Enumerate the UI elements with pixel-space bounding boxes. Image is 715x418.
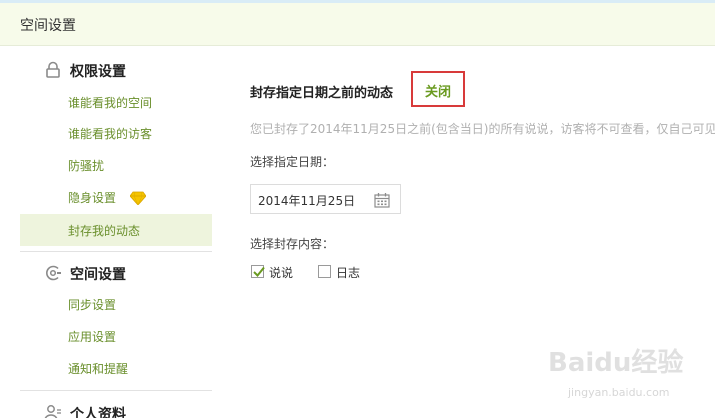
content-label: 选择封存内容： bbox=[250, 237, 335, 251]
sidebar-section-label: 权限设置 bbox=[70, 64, 126, 80]
sidebar-item-label: 同步设置 bbox=[68, 298, 117, 312]
sidebar-item-label: 谁能看我的空间 bbox=[68, 96, 153, 110]
sidebar-section-label: 个人资料 bbox=[70, 407, 126, 418]
sidebar-section-permissions[interactable]: 权限设置 bbox=[20, 58, 212, 82]
archive-description: 您已封存了2014年11月25日之前(包含当日)的所有说说，访客将不可查看，仅自… bbox=[250, 122, 715, 136]
sidebar-divider bbox=[20, 390, 212, 391]
page-title: 空间设置 bbox=[20, 18, 76, 34]
close-archive-link[interactable]: 关闭 bbox=[413, 81, 463, 100]
close-highlight-box: 关闭 bbox=[411, 71, 465, 107]
lock-icon bbox=[44, 61, 62, 79]
calendar-icon[interactable] bbox=[374, 192, 390, 208]
sidebar: 权限设置 谁能看我的空间 谁能看我的访客 防骚扰 隐身设置 封存我的动态 空间设… bbox=[20, 46, 212, 418]
sidebar-item-label: 防骚扰 bbox=[68, 159, 105, 173]
sidebar-item-notifications[interactable]: 通知和提醒 bbox=[20, 352, 212, 384]
sidebar-item-label: 应用设置 bbox=[68, 330, 117, 344]
date-label: 选择指定日期： bbox=[250, 155, 335, 169]
watermark-url: jingyan.baidu.com bbox=[568, 386, 670, 399]
diamond-icon bbox=[129, 190, 147, 206]
sidebar-item-sync-settings[interactable]: 同步设置 bbox=[20, 288, 212, 320]
sidebar-divider bbox=[20, 251, 212, 252]
shuoshuo-checkbox[interactable] bbox=[251, 265, 265, 278]
sidebar-item-archive-feeds[interactable]: 封存我的动态 bbox=[20, 214, 212, 246]
watermark-text: Baidu经验 bbox=[548, 348, 684, 378]
sidebar-section-label: 空间设置 bbox=[70, 267, 126, 283]
settings-header: 空间设置 bbox=[0, 0, 715, 46]
settings-icon bbox=[44, 264, 62, 282]
sidebar-item-label: 谁能看我的访客 bbox=[68, 127, 153, 141]
sidebar-item-who-can-view-visitors[interactable]: 谁能看我的访客 bbox=[20, 117, 212, 149]
sidebar-section-profile[interactable]: 个人资料 bbox=[20, 401, 212, 418]
sidebar-item-app-settings[interactable]: 应用设置 bbox=[20, 320, 212, 352]
date-value: 2014年11月25日 bbox=[258, 194, 356, 208]
sidebar-item-label: 隐身设置 bbox=[68, 191, 117, 205]
sidebar-section-space-settings[interactable]: 空间设置 bbox=[20, 261, 212, 285]
sidebar-item-invisible-settings[interactable]: 隐身设置 bbox=[20, 181, 212, 213]
sidebar-item-anti-harassment[interactable]: 防骚扰 bbox=[20, 149, 212, 181]
option-label: 日志 bbox=[336, 266, 361, 280]
sidebar-item-label: 封存我的动态 bbox=[68, 224, 141, 238]
sidebar-item-label: 通知和提醒 bbox=[68, 362, 129, 376]
baidu-watermark: Baidu经验 jingyan.baidu.com bbox=[548, 336, 708, 412]
sidebar-item-who-can-view-space[interactable]: 谁能看我的空间 bbox=[20, 86, 212, 118]
blog-checkbox[interactable] bbox=[318, 265, 331, 278]
date-picker-field[interactable]: 2014年11月25日 bbox=[250, 184, 401, 214]
archive-title: 封存指定日期之前的动态 bbox=[250, 86, 394, 101]
option-label: 说说 bbox=[269, 266, 294, 280]
user-icon bbox=[44, 404, 62, 418]
